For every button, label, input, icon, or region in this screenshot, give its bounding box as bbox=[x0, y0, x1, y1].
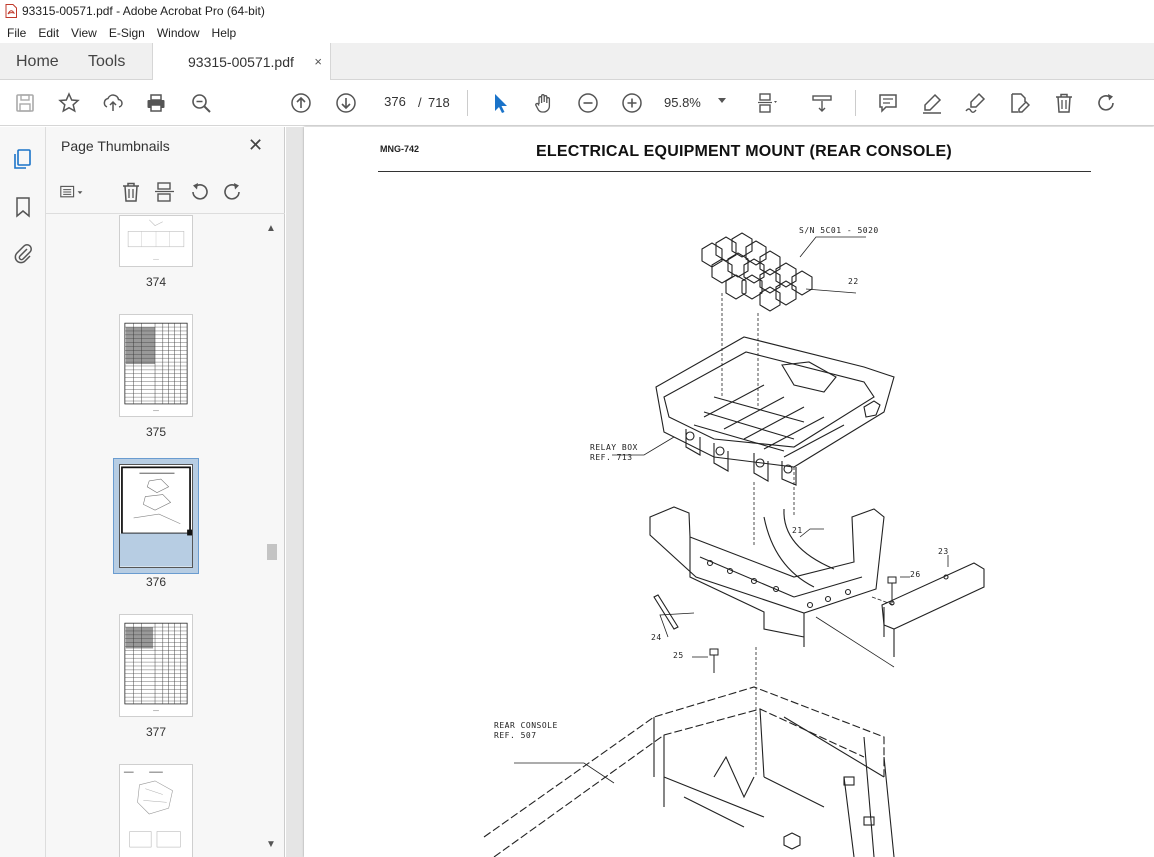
callout-rear-console: REAR CONSOLE bbox=[494, 721, 558, 730]
bookmark-icon[interactable] bbox=[11, 195, 35, 219]
thumbnail-scrollbar[interactable]: ▲ ▼ bbox=[262, 215, 282, 857]
thumbnail-options-icon[interactable] bbox=[60, 180, 84, 204]
close-tab-icon[interactable]: × bbox=[314, 54, 322, 69]
panel-title: Page Thumbnails bbox=[61, 138, 170, 154]
thumbnail-page-374[interactable] bbox=[119, 215, 193, 267]
thumbnail-page-377[interactable] bbox=[119, 614, 193, 717]
scroll-down-icon[interactable]: ▼ bbox=[266, 839, 276, 850]
delete-page-icon[interactable] bbox=[119, 180, 143, 204]
parts-drawing bbox=[483, 232, 985, 857]
pdf-page: MNG-742 ELECTRICAL EQUIPMENT MOUNT (REAR… bbox=[304, 127, 1154, 857]
callout-relay-ref: REF. 713 bbox=[590, 453, 633, 462]
rotate-right-icon[interactable] bbox=[221, 180, 245, 204]
insert-page-icon[interactable] bbox=[153, 180, 177, 204]
rear-console-frame bbox=[483, 686, 895, 857]
upload-icon[interactable] bbox=[101, 91, 125, 115]
menu-esign[interactable]: E-Sign bbox=[103, 26, 151, 40]
relay-group bbox=[701, 232, 813, 312]
hand-icon[interactable] bbox=[532, 91, 556, 115]
select-cursor-icon[interactable] bbox=[488, 91, 512, 115]
callout-25: 25 bbox=[673, 651, 684, 660]
toolbar-divider bbox=[467, 90, 468, 116]
tab-document[interactable]: 93315-00571.pdf × bbox=[152, 43, 331, 81]
tab-document-label: 93315-00571.pdf bbox=[188, 54, 294, 70]
panel-toolbar bbox=[46, 172, 285, 214]
menu-file[interactable]: File bbox=[0, 26, 32, 40]
highlight-icon[interactable] bbox=[920, 91, 944, 115]
menu-help[interactable]: Help bbox=[206, 26, 243, 40]
menu-edit[interactable]: Edit bbox=[32, 26, 65, 40]
callout-22: 22 bbox=[848, 277, 859, 286]
page-separator: / bbox=[418, 95, 422, 110]
thumbnail-label: 377 bbox=[145, 725, 167, 739]
document-viewer[interactable]: MNG-742 ELECTRICAL EQUIPMENT MOUNT (REAR… bbox=[286, 127, 1154, 857]
thumbnail-page-376[interactable] bbox=[119, 464, 193, 568]
close-panel-icon[interactable]: ✕ bbox=[248, 135, 263, 156]
tab-bar: Home Tools 93315-00571.pdf × bbox=[0, 43, 1154, 81]
page-number-input[interactable]: 376 bbox=[377, 91, 413, 113]
document-code: MNG-742 bbox=[380, 144, 420, 154]
window-title: 93315-00571.pdf - Adobe Acrobat Pro (64-… bbox=[22, 4, 265, 18]
edit-icon[interactable] bbox=[1007, 91, 1031, 115]
comment-icon[interactable] bbox=[876, 91, 900, 115]
callout-21: 21 bbox=[792, 526, 803, 535]
toolbar-divider bbox=[855, 90, 856, 116]
callout-23: 23 bbox=[938, 547, 949, 556]
print-icon[interactable] bbox=[144, 91, 168, 115]
menu-bar: File Edit View E-Sign Window Help bbox=[0, 22, 1154, 43]
side-plate bbox=[881, 555, 985, 657]
thumbnail-label: 376 bbox=[145, 575, 167, 589]
callout-26: 26 bbox=[910, 570, 921, 579]
tab-tools[interactable]: Tools bbox=[88, 43, 125, 80]
menu-window[interactable]: Window bbox=[151, 26, 206, 40]
zoom-in-icon[interactable] bbox=[620, 91, 644, 115]
rotate-left-icon[interactable] bbox=[187, 180, 211, 204]
save-icon[interactable] bbox=[13, 91, 37, 115]
zoom-level[interactable]: 95.8% bbox=[664, 95, 701, 110]
pdf-file-icon bbox=[5, 4, 17, 18]
sign-icon[interactable] bbox=[963, 91, 987, 115]
callout-relay-box: RELAY BOX bbox=[590, 443, 638, 452]
scroll-mode-icon[interactable] bbox=[810, 91, 834, 115]
thumbnail-page-375[interactable] bbox=[119, 314, 193, 417]
search-zoom-icon[interactable] bbox=[189, 91, 213, 115]
delete-icon[interactable] bbox=[1052, 91, 1076, 115]
callout-serial: S/N 5C01 - 5020 bbox=[799, 226, 879, 235]
thumbnail-list: 374 375 376 377 bbox=[46, 215, 262, 857]
attachment-icon[interactable] bbox=[11, 241, 35, 265]
menu-view[interactable]: View bbox=[65, 26, 103, 40]
page-thumbnails-icon[interactable] bbox=[11, 147, 35, 171]
zoom-dropdown-icon[interactable] bbox=[718, 98, 726, 103]
thumbnail-label: 374 bbox=[145, 275, 167, 289]
star-icon[interactable] bbox=[57, 91, 81, 115]
thumbnails-panel: Page Thumbnails ✕ 374 375 376 377 ▲ ▼ bbox=[46, 127, 285, 857]
redo-icon[interactable] bbox=[1095, 91, 1119, 115]
scrollbar-thumb[interactable] bbox=[267, 544, 277, 560]
title-bar: 93315-00571.pdf - Adobe Acrobat Pro (64-… bbox=[0, 0, 1154, 22]
thumbnail-page-378[interactable] bbox=[119, 764, 193, 857]
page-down-icon[interactable] bbox=[334, 91, 358, 115]
page-up-icon[interactable] bbox=[289, 91, 313, 115]
callout-rear-ref: REF. 507 bbox=[494, 731, 537, 740]
tab-home[interactable]: Home bbox=[16, 43, 59, 80]
thumbnail-label: 375 bbox=[145, 425, 167, 439]
relay-box bbox=[655, 336, 895, 486]
title-rule bbox=[378, 171, 1091, 172]
zoom-out-icon[interactable] bbox=[576, 91, 600, 115]
document-title: ELECTRICAL EQUIPMENT MOUNT (REAR CONSOLE… bbox=[536, 143, 952, 160]
bracket bbox=[649, 467, 885, 647]
left-rail bbox=[0, 127, 46, 857]
scroll-up-icon[interactable]: ▲ bbox=[266, 223, 276, 234]
callout-24: 24 bbox=[651, 633, 662, 642]
page-total: 718 bbox=[428, 95, 450, 110]
fit-page-icon[interactable] bbox=[755, 91, 779, 115]
